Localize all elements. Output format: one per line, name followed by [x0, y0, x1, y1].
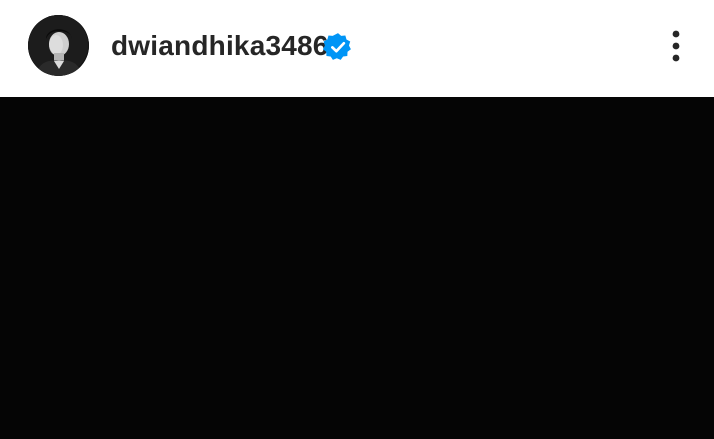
profile-photo-icon — [28, 15, 89, 76]
post-header: dwiandhika3486 — [0, 0, 714, 97]
more-options-button[interactable] — [660, 24, 692, 68]
avatar[interactable] — [28, 15, 89, 76]
verified-badge-icon — [323, 32, 353, 62]
username[interactable]: dwiandhika3486 — [111, 28, 329, 64]
more-options-icon — [672, 30, 680, 62]
post-media[interactable] — [0, 97, 714, 439]
